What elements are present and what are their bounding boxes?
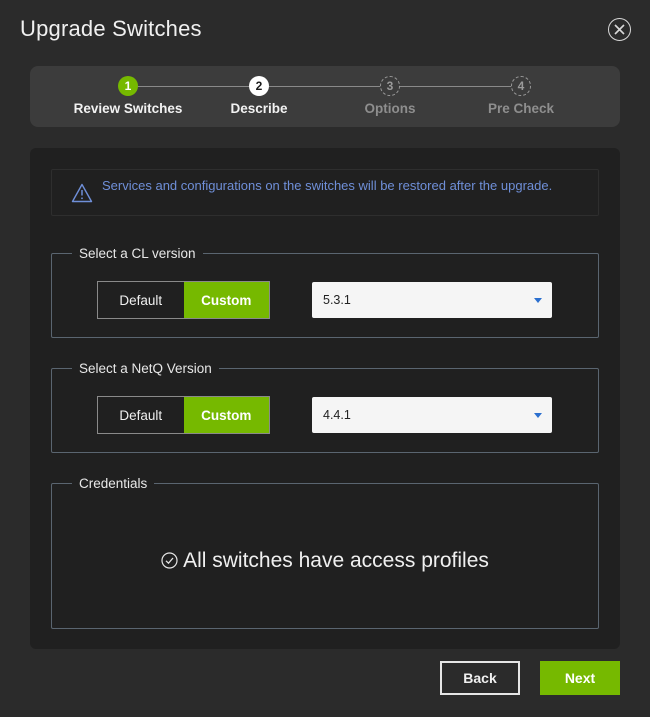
netq-custom-option[interactable]: Custom bbox=[183, 397, 269, 433]
netq-version-group: Select a NetQ Version Default Custom 4.4… bbox=[51, 361, 599, 453]
step-number: 1 bbox=[118, 76, 138, 96]
cl-custom-option[interactable]: Custom bbox=[183, 282, 269, 318]
netq-version-toggle: Default Custom bbox=[97, 396, 270, 434]
cl-version-group: Select a CL version Default Custom 5.3.1 bbox=[51, 246, 599, 338]
step-pre-check[interactable]: 4 Pre Check bbox=[456, 76, 586, 116]
next-button[interactable]: Next bbox=[540, 661, 620, 695]
form-panel: Services and configurations on the switc… bbox=[30, 148, 620, 649]
step-label: Review Switches bbox=[73, 101, 183, 116]
netq-version-value: 4.4.1 bbox=[323, 408, 351, 422]
close-button[interactable] bbox=[608, 18, 631, 41]
step-label: Options bbox=[364, 101, 416, 116]
cl-version-value: 5.3.1 bbox=[323, 293, 351, 307]
step-number: 4 bbox=[511, 76, 531, 96]
info-alert: Services and configurations on the switc… bbox=[51, 169, 599, 216]
netq-version-select[interactable]: 4.4.1 bbox=[312, 397, 552, 433]
step-number: 3 bbox=[380, 76, 400, 96]
step-number: 2 bbox=[249, 76, 269, 96]
chevron-down-icon bbox=[534, 298, 542, 303]
credentials-group: Credentials All switches have access pro… bbox=[51, 476, 599, 629]
close-icon bbox=[614, 24, 625, 35]
credentials-legend: Credentials bbox=[79, 476, 148, 491]
cl-version-select[interactable]: 5.3.1 bbox=[312, 282, 552, 318]
check-circle-icon bbox=[161, 552, 178, 569]
netq-default-option[interactable]: Default bbox=[98, 397, 184, 433]
cl-version-legend: Select a CL version bbox=[79, 246, 196, 261]
back-button[interactable]: Back bbox=[440, 661, 520, 695]
wizard-stepper: 1 Review Switches 2 Describe 3 Options 4… bbox=[30, 66, 620, 127]
credentials-status: All switches have access profiles bbox=[52, 549, 598, 573]
step-label: Describe bbox=[230, 101, 288, 116]
cl-version-toggle: Default Custom bbox=[97, 281, 270, 319]
dialog-title: Upgrade Switches bbox=[20, 16, 202, 41]
alert-message: Services and configurations on the switc… bbox=[102, 178, 553, 193]
step-review-switches[interactable]: 1 Review Switches bbox=[63, 76, 193, 116]
chevron-down-icon bbox=[534, 413, 542, 418]
step-options[interactable]: 3 Options bbox=[325, 76, 455, 116]
warning-triangle-icon bbox=[71, 183, 93, 203]
credentials-message: All switches have access profiles bbox=[183, 549, 489, 572]
netq-version-legend: Select a NetQ Version bbox=[79, 361, 212, 376]
cl-default-option[interactable]: Default bbox=[98, 282, 184, 318]
step-label: Pre Check bbox=[487, 101, 555, 116]
step-describe[interactable]: 2 Describe bbox=[194, 76, 324, 116]
